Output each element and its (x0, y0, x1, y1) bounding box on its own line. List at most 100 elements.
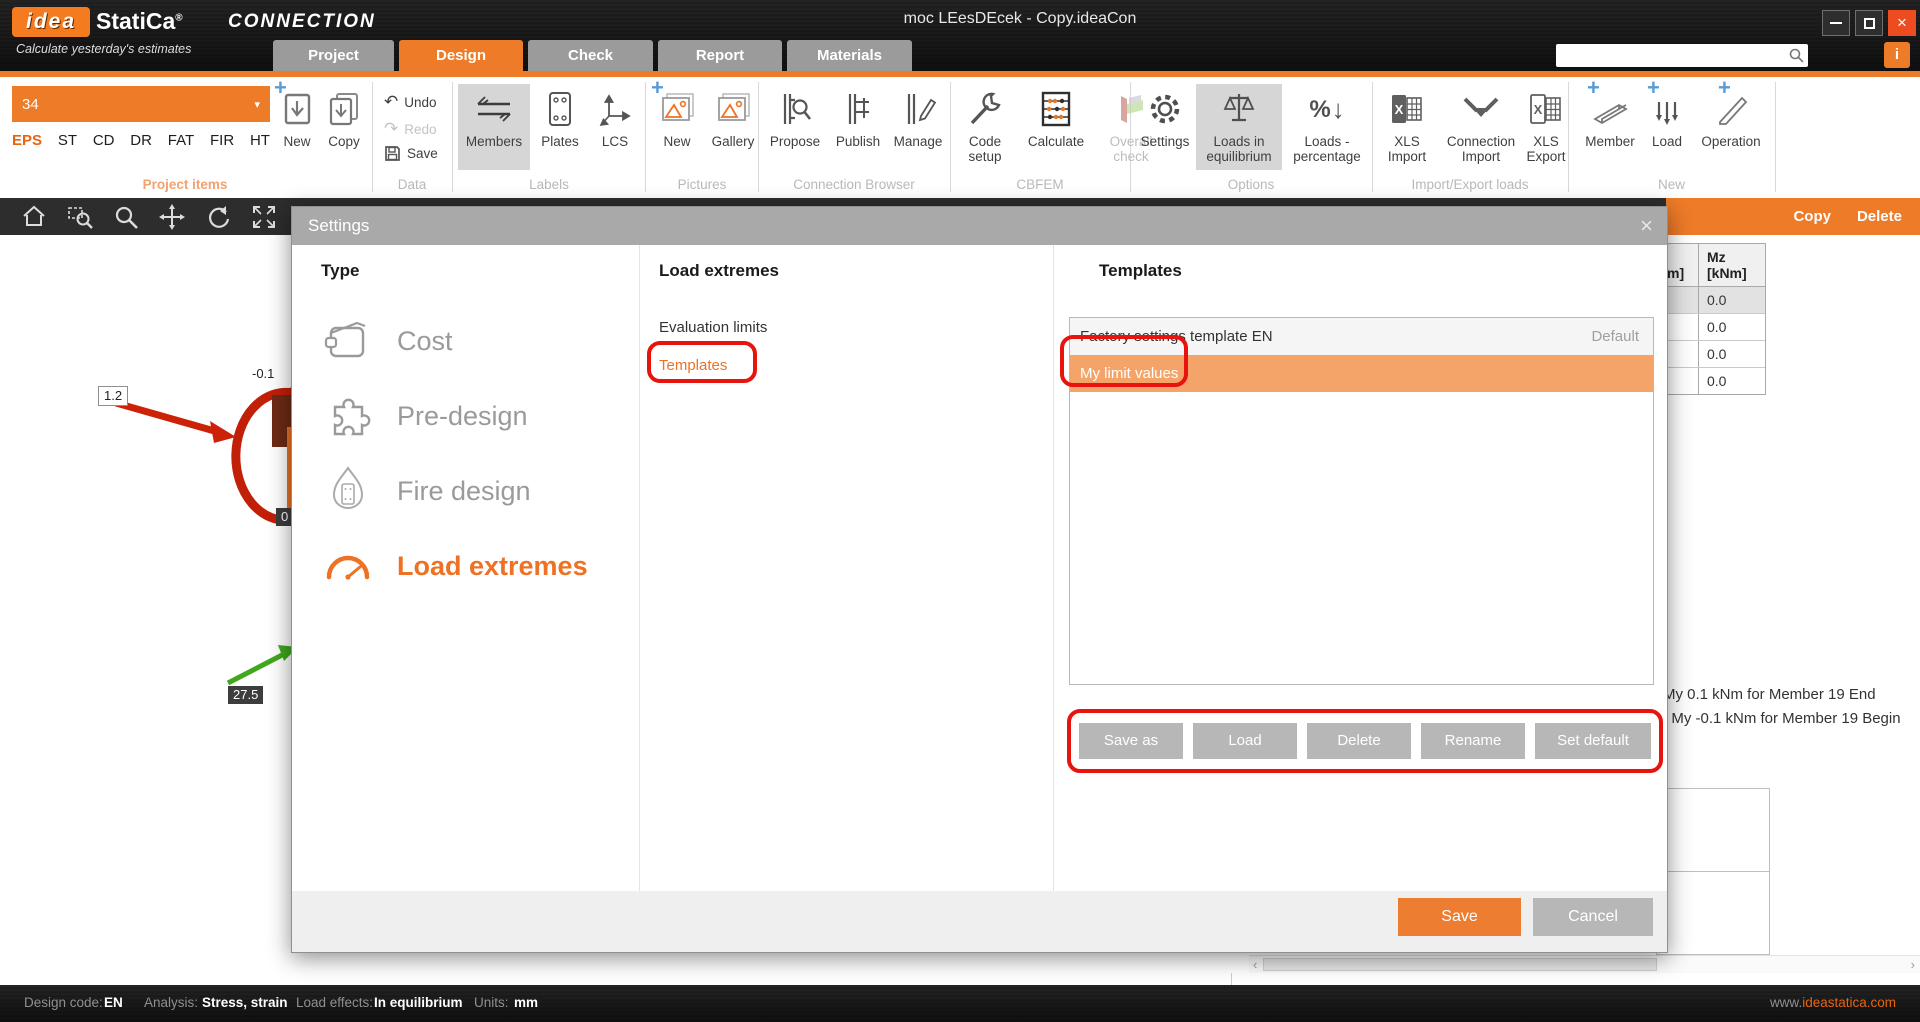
scrollbar-thumb[interactable] (1263, 958, 1657, 971)
tab-design[interactable]: Design (399, 40, 523, 71)
units-label: Units: (474, 995, 509, 1010)
labels-plates-toggle[interactable]: Plates (533, 84, 587, 170)
filter-eps[interactable]: EPS (12, 132, 42, 149)
divider (372, 82, 373, 192)
loads-in-equilibrium-toggle[interactable]: Loads in equilibrium (1196, 84, 1282, 170)
copy-item-button[interactable]: Copy (1793, 208, 1831, 225)
plus-icon: + (1587, 80, 1600, 95)
plus-icon: + (274, 80, 287, 95)
dialog-title-bar[interactable]: Settings × (292, 207, 1667, 245)
rename-template-button[interactable]: Rename (1421, 723, 1525, 759)
save-button[interactable]: Save (384, 145, 438, 162)
zoom-icon[interactable] (112, 203, 140, 231)
load-notes: My 0.1 kNm for Member 19 End : My -0.1 k… (1663, 683, 1901, 731)
dialog-cancel-button[interactable]: Cancel (1533, 898, 1653, 936)
filter-dr[interactable]: DR (130, 132, 152, 149)
new-load-button[interactable]: + Load (1645, 84, 1689, 170)
delete-item-button[interactable]: Delete (1857, 208, 1902, 225)
filter-ht[interactable]: HT (250, 132, 270, 149)
chevron-down-icon: ▾ (254, 98, 260, 111)
evaluation-limits-link[interactable]: Evaluation limits (659, 319, 767, 336)
xls-import-button[interactable]: X XLS Import (1378, 84, 1436, 170)
template-row-factory[interactable]: Factory settings template EN Default (1070, 318, 1653, 355)
window-title: moc LEesDEcek - Copy.ideaCon (770, 10, 1270, 28)
set-default-button[interactable]: Set default (1535, 723, 1651, 759)
partial-column-header: m] (1663, 244, 1699, 286)
copy-project-item-button[interactable]: Copy (321, 84, 367, 170)
close-icon: × (1897, 13, 1907, 32)
propose-button[interactable]: Propose (764, 84, 826, 170)
dialog-close-icon[interactable]: × (1640, 211, 1653, 241)
tab-materials[interactable]: Materials (787, 40, 912, 71)
type-item-load-extremes[interactable]: Load extremes (321, 538, 621, 594)
tab-check[interactable]: Check (528, 40, 653, 71)
tab-report[interactable]: Report (658, 40, 782, 71)
picture-new-button[interactable]: + New (651, 84, 703, 170)
design-code-label: Design code: (24, 995, 103, 1010)
zoom-window-icon[interactable] (66, 203, 94, 231)
percent-icon: % (1309, 102, 1330, 117)
load-effects-value: In equilibrium (374, 995, 463, 1010)
table-row[interactable]: 0.0 (1663, 287, 1765, 314)
undo-button[interactable]: ↶ Undo (384, 92, 437, 112)
loads-percentage-button[interactable]: % ↓ Loads - percentage (1284, 84, 1370, 170)
website-link[interactable]: www.ideastatica.com (1770, 995, 1896, 1010)
template-row-selected[interactable]: My limit values (1070, 355, 1653, 392)
scene-3d-view[interactable] (0, 235, 300, 975)
maximize-button[interactable] (1855, 10, 1883, 36)
scroll-right-icon[interactable]: › (1911, 957, 1915, 972)
close-button[interactable]: × (1888, 10, 1916, 36)
xls-export-button[interactable]: X XLS Export (1526, 84, 1566, 170)
dialog-save-button[interactable]: Save (1398, 898, 1521, 936)
redo-button[interactable]: ↷ Redo (384, 119, 437, 139)
redo-icon: ↷ (384, 119, 398, 139)
info-button[interactable]: i (1884, 42, 1910, 68)
project-item-dropdown[interactable]: 34 ▾ (12, 86, 270, 122)
labels-members-toggle[interactable]: Members (458, 84, 530, 170)
fit-view-icon[interactable] (250, 203, 278, 231)
code-setup-button[interactable]: Code setup (954, 84, 1016, 170)
new-project-item-button[interactable]: + New (275, 84, 319, 170)
type-item-fire-design[interactable]: Fire design (321, 463, 621, 519)
type-item-pre-design[interactable]: Pre-design (321, 388, 621, 444)
publish-button[interactable]: Publish (829, 84, 887, 170)
table-row[interactable]: 0.0 (1663, 368, 1765, 394)
scene-force-label: 1.2 (98, 386, 128, 406)
table-row[interactable]: 0.0 (1663, 341, 1765, 368)
new-member-button[interactable]: + Member (1578, 84, 1642, 170)
propose-icon (777, 90, 813, 128)
pan-icon[interactable] (158, 203, 186, 231)
settings-button[interactable]: Settings (1136, 84, 1194, 170)
manage-button[interactable]: Manage (889, 84, 947, 170)
filter-st[interactable]: ST (58, 132, 77, 149)
filter-fir[interactable]: FIR (210, 132, 234, 149)
template-name: Factory settings template EN (1080, 328, 1273, 345)
labels-lcs-toggle[interactable]: LCS (589, 84, 641, 170)
templates-link[interactable]: Templates (659, 357, 727, 374)
search-icon[interactable] (1788, 47, 1805, 64)
scales-icon (1219, 90, 1259, 128)
rotate-icon[interactable] (204, 203, 232, 231)
home-icon[interactable] (20, 203, 48, 231)
load-template-button[interactable]: Load (1193, 723, 1297, 759)
delete-template-button[interactable]: Delete (1307, 723, 1411, 759)
gear-icon (1146, 90, 1184, 128)
minimize-button[interactable] (1822, 10, 1850, 36)
divider (452, 82, 453, 192)
scroll-left-icon[interactable]: ‹ (1253, 957, 1257, 972)
search-input[interactable] (1558, 45, 1784, 65)
copy-icon (327, 91, 361, 127)
filter-fat[interactable]: FAT (168, 132, 194, 149)
tab-project[interactable]: Project (273, 40, 394, 71)
picture-gallery-button[interactable]: Gallery (705, 84, 761, 170)
connection-import-button[interactable]: Connection Import (1438, 84, 1524, 170)
load-effects-table: m] Mz [kNm] 0.0 0.0 0.0 0.0 (1662, 243, 1766, 395)
table-row[interactable]: 0.0 (1663, 314, 1765, 341)
type-item-cost[interactable]: Cost (321, 313, 621, 369)
calculate-button[interactable]: Calculate (1018, 84, 1094, 170)
save-as-button[interactable]: Save as (1079, 723, 1183, 759)
new-operation-button[interactable]: + Operation (1692, 84, 1770, 170)
filter-cd[interactable]: CD (93, 132, 115, 149)
divider (950, 82, 951, 192)
horizontal-scrollbar[interactable]: ‹ › (1249, 955, 1920, 973)
